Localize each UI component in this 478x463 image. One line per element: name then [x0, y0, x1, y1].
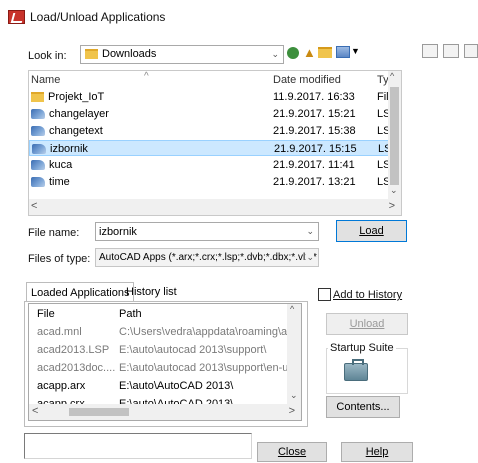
autocad-app-icon [8, 10, 25, 24]
unload-button[interactable]: Unload [326, 313, 408, 335]
scroll-right-icon[interactable]: > [289, 405, 295, 417]
loaded-app-row[interactable]: acad2013doc.... E:\auto\autocad 2013\supp… [29, 360, 289, 377]
scroll-left-icon[interactable]: < [31, 200, 37, 212]
loaded-horizontal-scrollbar[interactable]: < > [29, 404, 301, 420]
views-menu-icon[interactable] [336, 46, 350, 58]
file-row[interactable]: izbornik21.9.2017. 15:15LSP [29, 140, 399, 156]
new-folder-icon[interactable] [318, 47, 332, 58]
file-date: 21.9.2017. 13:21 [273, 176, 356, 188]
file-row[interactable]: Projekt_IoT 11.9.2017. 16:33 File [29, 89, 395, 105]
loaded-file-name: acapp.arx [37, 380, 86, 392]
up-folder-icon[interactable]: ▲ [303, 45, 316, 60]
locations-icon[interactable] [464, 44, 478, 58]
file-name: Projekt_IoT [48, 91, 105, 103]
file-date: 11.9.2017. 16:33 [273, 91, 355, 103]
briefcase-icon[interactable] [344, 359, 368, 381]
file-name-combobox[interactable]: izbornik ⌄ [95, 222, 319, 241]
file-name: changetext [49, 125, 103, 137]
views-menu-arrow-icon[interactable]: ▼ [351, 46, 360, 56]
lisp-file-icon [32, 144, 46, 155]
look-in-dropdown[interactable]: Downloads ⌄ [80, 45, 284, 64]
help-button[interactable]: Help [341, 442, 413, 462]
column-date-modified[interactable]: Date modified [273, 72, 341, 88]
file-name: changelayer [49, 108, 109, 120]
column-file[interactable]: File [37, 306, 117, 323]
column-name[interactable]: Name [31, 72, 60, 88]
lisp-file-icon [31, 160, 45, 171]
file-list-vertical-scrollbar[interactable]: ^ ⌄ [388, 71, 401, 199]
files-of-type-dropdown[interactable]: AutoCAD Apps (*.arx;*.crx;*.lsp;*.dvb;*.… [95, 248, 319, 267]
tab-history-list[interactable]: History list [122, 282, 181, 302]
file-browser-list[interactable]: Name ^ Date modified Type Projekt_IoT 11.… [28, 70, 402, 216]
files-of-type-value: AutoCAD Apps (*.arx;*.crx;*.lsp;*.dvb;*.… [99, 252, 317, 263]
loaded-file-path: E:\auto\AutoCAD 2013\ [119, 380, 234, 392]
file-name: kuca [49, 159, 73, 171]
scroll-thumb[interactable] [390, 87, 399, 185]
sort-caret-icon: ^ [144, 71, 149, 82]
folder-icon [31, 92, 44, 103]
file-date: 21.9.2017. 15:15 [274, 143, 357, 155]
load-button[interactable]: Load [336, 220, 407, 242]
back-icon[interactable] [287, 47, 299, 59]
file-row[interactable]: changetext21.9.2017. 15:38LSP [29, 123, 398, 139]
close-button[interactable]: Close [257, 442, 327, 462]
lisp-file-icon [31, 126, 45, 137]
status-field [24, 433, 252, 459]
loaded-file-name: acad2013doc.... [37, 362, 116, 374]
window-title: Load/Unload Applications [30, 10, 166, 24]
tab-loaded-applications[interactable]: Loaded Applications [26, 282, 135, 302]
loaded-file-path: E:\auto\autocad 2013\support\ [119, 344, 267, 356]
contents-button[interactable]: Contents... [326, 396, 400, 418]
file-name-label: File name: [28, 227, 80, 239]
scroll-down-icon[interactable]: ⌄ [390, 185, 398, 196]
title-bar: Load/Unload Applications [0, 0, 478, 34]
file-name-value: izbornik [99, 226, 137, 238]
lisp-file-icon [31, 109, 45, 120]
file-date: 21.9.2017. 11:41 [273, 159, 355, 171]
loaded-applications-list[interactable]: File Path acad.mnl C:\Users\vedra\appdata… [28, 303, 302, 421]
file-date: 21.9.2017. 15:21 [273, 108, 356, 120]
file-name: izbornik [50, 143, 88, 155]
loaded-app-row[interactable]: acapp.arx E:\auto\AutoCAD 2013\ [29, 378, 289, 395]
scroll-up-icon[interactable]: ^ [290, 304, 294, 314]
file-list-horizontal-scrollbar[interactable]: < > [29, 199, 401, 215]
find-icon[interactable] [422, 44, 438, 58]
add-to-history-label[interactable]: Add to History [333, 289, 402, 301]
files-of-type-label: Files of type: [28, 253, 91, 265]
look-in-value: Downloads [102, 48, 157, 60]
loaded-file-name: acad.mnl [37, 326, 82, 338]
loaded-app-row[interactable]: acad.mnl C:\Users\vedra\appdata\roaming\a… [29, 324, 289, 341]
scroll-down-icon[interactable]: ⌄ [290, 390, 298, 401]
lisp-file-icon [31, 177, 45, 188]
scroll-up-icon[interactable]: ^ [390, 71, 394, 81]
loaded-column-header: File Path [29, 306, 289, 323]
column-header-row: Name ^ Date modified Type [29, 71, 401, 88]
loaded-file-name: acad2013.LSP [37, 344, 110, 356]
loaded-vertical-scrollbar[interactable]: ^ ⌄ [287, 304, 301, 406]
scroll-left-icon[interactable]: < [32, 405, 38, 417]
chevron-down-icon: ⌄ [306, 226, 314, 236]
look-in-label: Look in: [28, 50, 67, 62]
scroll-thumb[interactable] [69, 408, 129, 416]
loaded-app-row[interactable]: acad2013.LSP E:\auto\autocad 2013\support… [29, 342, 289, 359]
search-web-icon[interactable] [443, 44, 459, 58]
loaded-file-path: E:\auto\autocad 2013\support\en-us\ [119, 362, 289, 374]
chevron-down-icon: ⌄ [271, 49, 279, 59]
startup-suite-label: Startup Suite [328, 342, 396, 354]
column-path[interactable]: Path [119, 306, 289, 323]
file-date: 21.9.2017. 15:38 [273, 125, 356, 137]
add-to-history-checkbox[interactable] [318, 288, 331, 301]
file-row[interactable]: kuca21.9.2017. 11:41LSP [29, 157, 398, 173]
file-row[interactable]: changelayer21.9.2017. 15:21LSP [29, 106, 398, 122]
chevron-down-icon: ⌄ [306, 252, 314, 263]
file-row[interactable]: time21.9.2017. 13:21LSP [29, 174, 398, 190]
file-name: time [49, 176, 70, 188]
scroll-right-icon[interactable]: > [389, 200, 395, 212]
downloads-folder-icon [85, 49, 98, 60]
loaded-file-path: C:\Users\vedra\appdata\roaming\autoc [119, 326, 289, 338]
